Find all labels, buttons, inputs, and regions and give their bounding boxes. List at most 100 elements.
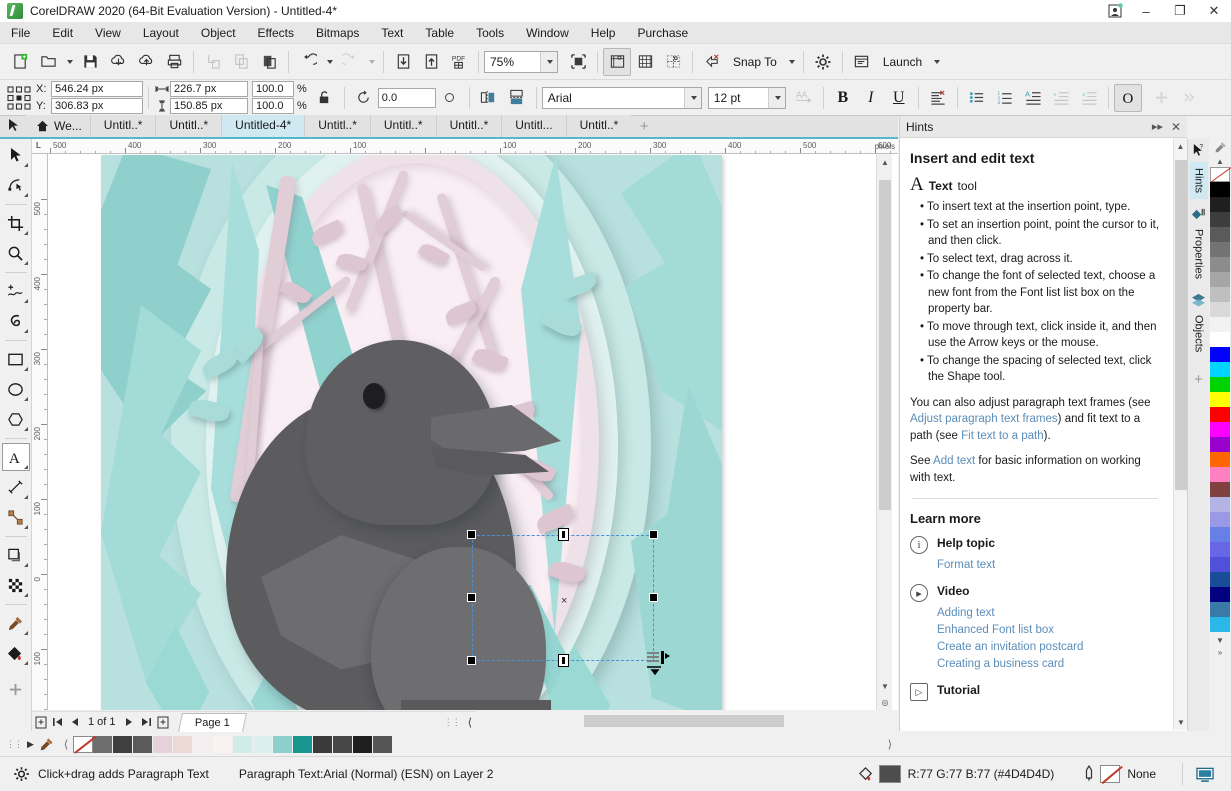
color-palette-down-icon[interactable]: ▼ [1210,634,1230,646]
palette-swatch-12[interactable] [333,736,353,753]
panel-collapse-icon[interactable]: ▸▸ [1152,120,1163,133]
show-rulers-icon[interactable] [603,48,631,76]
palette-swatch-6[interactable] [213,736,233,753]
undo-history-dropdown[interactable] [322,48,336,76]
font-size-dropdown-arrow[interactable] [768,88,785,108]
color-swatch-23[interactable] [1210,527,1230,542]
color-swatch-3[interactable] [1210,227,1230,242]
open-folder-icon[interactable] [34,48,62,76]
hints-scroll-thumb[interactable] [1175,160,1187,490]
tool-transparency[interactable] [2,571,30,599]
drawing-canvas[interactable]: × [48,154,898,710]
menu-edit[interactable]: Edit [41,22,84,44]
color-swatch-19[interactable] [1210,467,1230,482]
tool-shape[interactable] [2,171,30,199]
palette-swatch-3[interactable] [153,736,173,753]
link-fit-text-to-a-path[interactable]: Fit text to a path [961,430,1043,442]
palette-swatch-1[interactable] [113,736,133,753]
selection-handle-top-center[interactable] [558,528,569,541]
horizontal-ruler[interactable]: L pixels 5004003002001001002003004005006… [32,139,898,154]
color-swatch-24[interactable] [1210,542,1230,557]
menu-file[interactable]: File [0,22,41,44]
tool-ellipse[interactable] [2,375,30,403]
menu-window[interactable]: Window [515,22,580,44]
palette-scroll-right-icon[interactable]: ⟩ [888,738,892,751]
link-creating-a-business-card[interactable]: Creating a business card [937,656,1160,673]
palette-swatch-10[interactable] [293,736,313,753]
color-swatch-6[interactable] [1210,272,1230,287]
selection-handle-middle-right[interactable] [649,593,658,602]
link-create-an-invitation-postcard[interactable]: Create an invitation postcard [937,639,1160,656]
color-swatch-17[interactable] [1210,437,1230,452]
snap-off-icon[interactable] [698,48,726,76]
show-grid-icon[interactable] [631,48,659,76]
color-swatch-27[interactable] [1210,587,1230,602]
first-page-button[interactable] [49,714,66,731]
menu-object[interactable]: Object [190,22,247,44]
palette-swatch-8[interactable] [253,736,273,753]
document-tab-5[interactable]: Untitl..* [370,115,436,137]
color-swatch-0[interactable] [1210,182,1230,197]
rotation-angle-input[interactable]: 0.0 [378,88,436,108]
snap-to-dropdown[interactable] [784,48,798,76]
add-page-after-icon[interactable] [155,714,172,731]
undo-arrow-icon[interactable] [294,48,322,76]
fill-color-icon[interactable] [858,766,875,783]
document-tab-7[interactable]: Untitl... [501,115,565,137]
dock-tab-hints[interactable]: Hints [1190,162,1208,199]
palette-swatch-13[interactable] [353,736,373,753]
tool-parallel-dimension[interactable] [2,473,30,501]
hints-panel-scrollbar[interactable]: ▲ ▼ [1173,138,1187,730]
menu-tools[interactable]: Tools [465,22,515,44]
text-alignment-icon[interactable] [924,84,952,112]
palette-swatch-none[interactable] [73,736,93,753]
color-swatch-15[interactable] [1210,407,1230,422]
last-page-button[interactable] [138,714,155,731]
menu-bitmaps[interactable]: Bitmaps [305,22,370,44]
outline-pen-icon[interactable] [1082,765,1096,783]
color-swatch-13[interactable] [1210,377,1230,392]
color-swatch-12[interactable] [1210,362,1230,377]
account-icon[interactable] [1101,0,1129,22]
mirror-vertical-icon[interactable] [503,84,531,112]
object-width-input[interactable]: 226.7 px [170,81,248,97]
scale-y-input[interactable]: 100.0 [252,98,294,114]
outline-color-swatch[interactable] [1100,765,1120,783]
italic-button[interactable]: I [857,85,885,111]
export-up-arrow-icon[interactable] [417,48,445,76]
object-height-input[interactable]: 150.85 px [170,98,248,114]
add-icon[interactable] [1148,84,1176,112]
close-button[interactable]: ✕ [1197,0,1231,22]
scroll-up-arrow-icon[interactable]: ▲ [877,154,893,170]
object-origin-anchor-icon[interactable] [6,85,32,111]
show-guides-icon[interactable] [659,48,687,76]
new-document-icon[interactable] [6,48,34,76]
tool-text[interactable]: A [2,443,30,471]
selection-handle-bottom-left[interactable] [467,656,476,665]
cut-icon[interactable] [199,48,227,76]
overflow-chevrons-icon[interactable] [1176,84,1204,112]
tool-add[interactable] [2,675,30,703]
zoom-to-fit-icon[interactable]: ◎ [877,694,893,710]
launch-button[interactable]: Launch [876,49,929,75]
publish-to-pdf-icon[interactable]: PDF [445,48,473,76]
palette-expand-icon[interactable]: ▶ [27,739,34,750]
next-page-button[interactable] [121,714,138,731]
export-cloud-icon[interactable] [132,48,160,76]
launch-dropdown[interactable] [929,48,943,76]
menu-layout[interactable]: Layout [132,22,190,44]
tool-freehand[interactable] [2,277,30,305]
tool-drop-shadow[interactable] [2,541,30,569]
import-down-arrow-icon[interactable] [389,48,417,76]
page-tab-page-1[interactable]: Page 1 [178,713,247,732]
hints-scroll-up-icon[interactable]: ▲ [1174,138,1187,154]
tool-zoom[interactable] [2,239,30,267]
copy-icon[interactable] [227,48,255,76]
mirror-horizontal-icon[interactable] [475,84,503,112]
paste-icon[interactable] [255,48,283,76]
font-size-combobox[interactable]: 12 pt [708,87,786,109]
color-swatch-18[interactable] [1210,452,1230,467]
font-size-adjust-icon[interactable]: AA [790,84,818,112]
document-tab-3-active[interactable]: Untitled-4* [221,115,304,137]
selection-handle-top-left[interactable] [467,530,476,539]
